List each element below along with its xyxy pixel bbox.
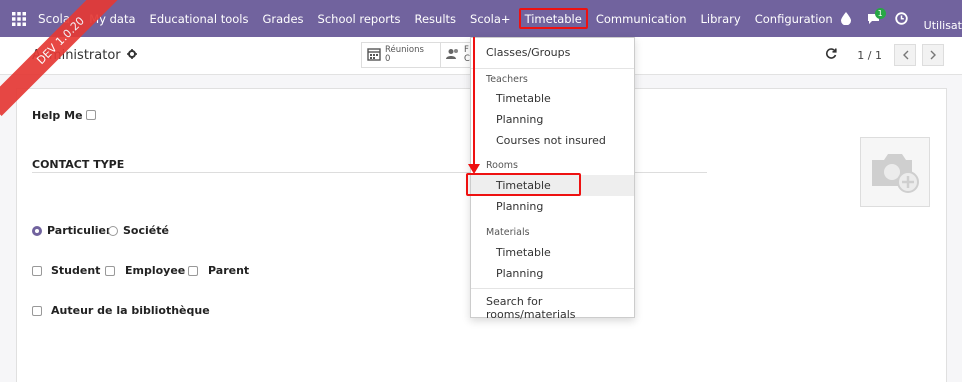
- help-me-label: Help Me: [32, 109, 83, 122]
- parent-checkbox[interactable]: [188, 266, 198, 276]
- pager-next-button[interactable]: [922, 44, 944, 66]
- nav-library[interactable]: Library: [694, 0, 748, 37]
- refresh-icon[interactable]: [825, 47, 837, 63]
- student-checkbox[interactable]: [32, 266, 42, 276]
- drop-icon[interactable]: [834, 0, 858, 37]
- user-menu[interactable]: Utilisat: [924, 19, 962, 32]
- nav-timetable[interactable]: Timetable: [518, 0, 589, 37]
- help-me-checkbox[interactable]: [86, 110, 96, 120]
- auteur-label: Auteur de la bibliothèque: [51, 304, 210, 317]
- second-smart-button[interactable]: F C: [440, 42, 472, 68]
- nav-scola-plus[interactable]: Scola+: [463, 0, 518, 37]
- chat-icon[interactable]: 1: [862, 0, 886, 37]
- menu-teachers-planning[interactable]: Planning: [471, 113, 634, 126]
- societe-radio[interactable]: [108, 226, 118, 236]
- apps-menu-icon[interactable]: [0, 0, 37, 37]
- menu-section-rooms: Rooms: [486, 160, 519, 171]
- nav-grades[interactable]: Grades: [255, 0, 310, 37]
- particulier-radio[interactable]: [32, 226, 42, 236]
- parent-label: Parent: [208, 264, 250, 277]
- menu-section-materials: Materials: [486, 227, 530, 238]
- societe-label[interactable]: Société: [123, 224, 169, 237]
- contact-type-title: CONTACT TYPE: [32, 158, 125, 171]
- menu-courses-not-insured[interactable]: Courses not insured: [471, 134, 634, 147]
- menu-divider: [471, 288, 634, 289]
- avatar-placeholder[interactable]: [860, 137, 930, 207]
- top-navbar: Scola My data Educational tools Grades S…: [0, 0, 962, 37]
- users-icon: [446, 48, 460, 63]
- camera-plus-icon: [872, 154, 919, 193]
- menu-classes-groups[interactable]: Classes/Groups: [471, 46, 634, 62]
- pager-previous-button[interactable]: [894, 44, 916, 66]
- clock-icon[interactable]: [890, 0, 914, 37]
- navbar-systray: 1 Utilisat: [830, 0, 962, 37]
- nav-school-reports[interactable]: School reports: [311, 0, 408, 37]
- meetings-title: Réunions: [385, 45, 424, 55]
- nav-educational-tools[interactable]: Educational tools: [143, 0, 256, 37]
- chevron-left-icon: [902, 50, 908, 60]
- menu-materials-planning[interactable]: Planning: [471, 267, 634, 280]
- pager: 1 / 1: [825, 44, 944, 66]
- auteur-checkbox[interactable]: [32, 306, 42, 316]
- employee-checkbox[interactable]: [105, 266, 115, 276]
- menu-teachers-timetable[interactable]: Timetable: [471, 92, 634, 105]
- meetings-smart-button-text: Réunions 0: [385, 46, 424, 64]
- menu-search-rooms-materials[interactable]: Search for rooms/materials: [471, 295, 634, 321]
- student-label: Student: [51, 264, 101, 277]
- pager-value[interactable]: 1 / 1: [857, 49, 882, 62]
- menu-materials-timetable[interactable]: Timetable: [471, 246, 634, 259]
- calendar-icon: [367, 47, 381, 64]
- nav-configuration[interactable]: Configuration: [748, 0, 840, 37]
- nav-communication[interactable]: Communication: [589, 0, 694, 37]
- menu-divider: [471, 68, 634, 69]
- employee-label: Employee: [125, 264, 186, 277]
- particulier-label[interactable]: Particulier: [47, 224, 111, 237]
- gear-icon[interactable]: [126, 48, 137, 63]
- meetings-smart-button[interactable]: Réunions 0: [361, 42, 441, 68]
- nav-results[interactable]: Results: [407, 0, 463, 37]
- chevron-right-icon: [930, 50, 936, 60]
- menu-rooms-planning[interactable]: Planning: [471, 200, 634, 213]
- meetings-count: 0: [385, 54, 391, 64]
- highlight-box-rooms-timetable: [466, 173, 581, 196]
- menu-section-teachers: Teachers: [486, 74, 528, 85]
- message-count-badge: 1: [874, 8, 886, 19]
